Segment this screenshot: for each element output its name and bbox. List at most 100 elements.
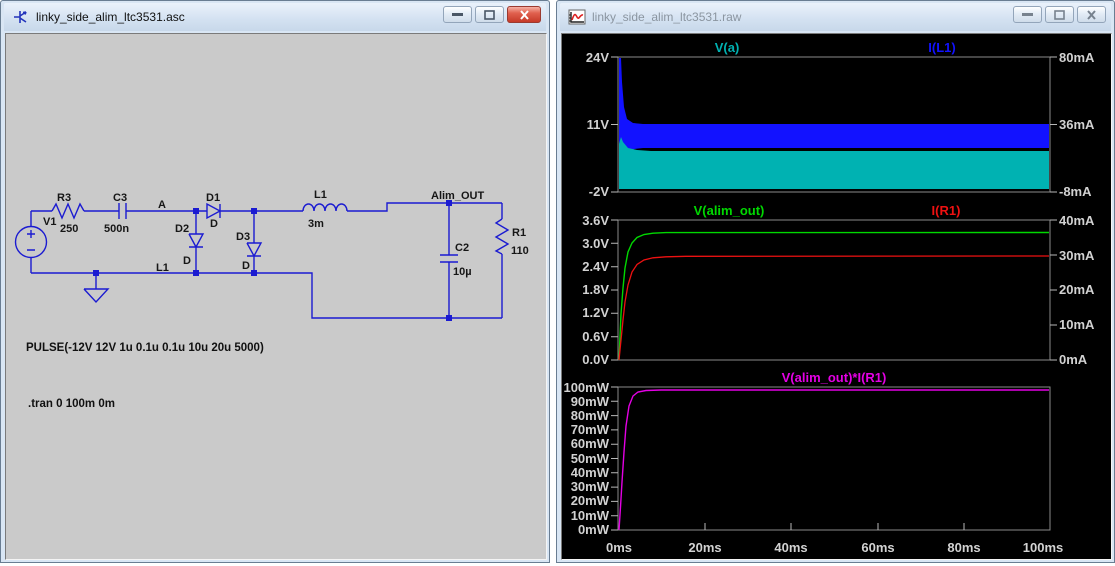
component-d1-diode[interactable] — [206, 202, 222, 220]
value-l1: 3m — [308, 218, 324, 230]
pulse-directive-text[interactable]: PULSE(-12V 12V 1u 0.1u 0.1u 10u 20u 5000… — [26, 342, 264, 354]
value-d1: D — [210, 218, 218, 230]
maximize-button[interactable] — [475, 6, 504, 23]
schematic-window-titlebar[interactable]: linky_side_alim_ltc3531.asc — [4, 3, 546, 31]
schematic-client-area: V1 R3 250 C3 500n A D1 D D2 D D3 D L1 3m… — [5, 33, 547, 560]
schematic-window-title: linky_side_alim_ltc3531.asc — [36, 10, 185, 24]
xtick: 80ms — [947, 540, 980, 555]
waveform-canvas[interactable]: V(a) I(L1) 24V 11V -2V 80mA 36mA -8mA V(… — [562, 34, 1111, 559]
ytick: 10mA — [1059, 317, 1095, 332]
ytick: 60mW — [571, 436, 610, 451]
label-l1: L1 — [314, 189, 327, 201]
plot-pane-1[interactable]: V(a) I(L1) 24V 11V -2V 80mA 36mA -8mA — [586, 40, 1095, 199]
component-c2-capacitor[interactable] — [440, 203, 458, 318]
net-label-l1: L1 — [156, 262, 169, 274]
ytick: 0.6V — [582, 329, 609, 344]
ytick: 40mW — [571, 465, 610, 480]
minimize-button[interactable] — [443, 6, 472, 23]
pane-2-frame — [617, 219, 1051, 361]
waveform-window-title: linky_side_alim_ltc3531.raw — [592, 10, 742, 24]
schematic-window-controls — [443, 6, 541, 23]
minimize-icon — [452, 13, 463, 16]
value-d3: D — [242, 260, 250, 272]
label-r3: R3 — [57, 192, 71, 204]
ytick: -8mA — [1059, 184, 1092, 199]
close-icon — [519, 9, 529, 20]
pane-3-frame — [617, 386, 1051, 531]
ytick: 100mW — [563, 380, 609, 395]
trace-power — [618, 389, 1049, 531]
net-label-a: A — [158, 199, 166, 211]
trace-title-valim-out[interactable]: V(alim_out) — [694, 203, 765, 218]
component-r1-resistor[interactable] — [494, 218, 510, 318]
wire-top[interactable] — [31, 202, 503, 219]
ytick: 80mA — [1059, 50, 1095, 65]
maximize-icon — [484, 9, 495, 20]
label-d3: D3 — [236, 231, 250, 243]
maximize-icon — [1054, 9, 1065, 20]
net-label-alim-out: Alim_OUT — [431, 190, 484, 202]
value-c3: 500n — [104, 223, 129, 235]
waveform-file-icon — [568, 9, 586, 25]
label-d2: D2 — [175, 223, 189, 235]
ytick: 80mW — [571, 408, 610, 423]
xtick: 60ms — [861, 540, 894, 555]
ytick: 70mW — [571, 422, 610, 437]
trace-title-il1[interactable]: I(L1) — [928, 40, 955, 55]
close-button[interactable] — [507, 6, 541, 23]
pane-3-ticks — [611, 386, 965, 531]
ytick: 0mW — [578, 522, 610, 537]
trace-valim-out — [618, 231, 1050, 361]
ytick: 2.4V — [582, 259, 609, 274]
ytick: 10mW — [571, 508, 610, 523]
component-r3-resistor[interactable] — [51, 202, 85, 220]
ytick: 0mA — [1059, 352, 1088, 367]
trace-title-power[interactable]: V(alim_out)*I(R1) — [782, 370, 887, 385]
waveform-window: linky_side_alim_ltc3531.raw V(a) I(L1) 2… — [556, 0, 1115, 563]
value-c2: 10µ — [453, 266, 472, 278]
trace-ir1 — [618, 255, 1050, 361]
ytick: 90mW — [571, 394, 610, 409]
ytick: 20mW — [571, 493, 610, 508]
schematic-window: linky_side_alim_ltc3531.asc V1 R3 250 C3… — [0, 0, 550, 563]
ytick: 1.8V — [582, 282, 609, 297]
component-d2-diode[interactable] — [188, 211, 205, 273]
xtick: 20ms — [688, 540, 721, 555]
ytick: 30mW — [571, 479, 610, 494]
ytick: 24V — [586, 50, 609, 65]
x-axis-labels: 0ms 20ms 40ms 60ms 80ms 100ms — [606, 540, 1063, 555]
trace-title-va[interactable]: V(a) — [715, 40, 740, 55]
minimize-button[interactable] — [1013, 6, 1042, 23]
label-d1: D1 — [206, 192, 220, 204]
pane-2-ticks — [611, 219, 1057, 361]
ytick: -2V — [589, 184, 610, 199]
maximize-button[interactable] — [1045, 6, 1074, 23]
plot-pane-3[interactable]: V(alim_out)*I(R1) 100mW 90mW 80mW 70mW 6… — [563, 370, 1051, 537]
ytick: 11V — [587, 117, 610, 132]
waveform-window-titlebar[interactable]: linky_side_alim_ltc3531.raw — [560, 3, 1111, 31]
ytick: 50mW — [571, 451, 610, 466]
wire-junctions — [93, 200, 452, 321]
ytick: 36mA — [1059, 117, 1095, 132]
close-icon — [1087, 9, 1096, 20]
plot-pane-2[interactable]: V(alim_out) I(R1) 3.6V 3.0V 2.4V 1.8V 1.… — [582, 203, 1095, 367]
label-r1: R1 — [512, 227, 526, 239]
waveform-client-area: V(a) I(L1) 24V 11V -2V 80mA 36mA -8mA V(… — [561, 33, 1112, 560]
label-c3: C3 — [113, 192, 127, 204]
ground-symbol[interactable] — [83, 273, 110, 304]
component-c3-capacitor[interactable] — [118, 203, 127, 219]
xtick: 40ms — [774, 540, 807, 555]
value-r1: 110 — [511, 245, 529, 257]
minimize-icon — [1022, 13, 1033, 16]
schematic-canvas[interactable]: V1 R3 250 C3 500n A D1 D D2 D D3 D L1 3m… — [6, 34, 546, 559]
close-button[interactable] — [1077, 6, 1106, 23]
xtick: 100ms — [1023, 540, 1063, 555]
waveform-window-controls — [1013, 6, 1106, 23]
component-v1-voltage-source[interactable] — [14, 211, 48, 273]
ytick: 0.0V — [582, 352, 609, 367]
tran-directive-text[interactable]: .tran 0 100m 0m — [28, 398, 115, 410]
trace-title-ir1[interactable]: I(R1) — [932, 203, 961, 218]
component-l1-inductor[interactable] — [302, 203, 348, 212]
ytick: 30mA — [1059, 248, 1095, 263]
value-r3: 250 — [60, 223, 78, 235]
